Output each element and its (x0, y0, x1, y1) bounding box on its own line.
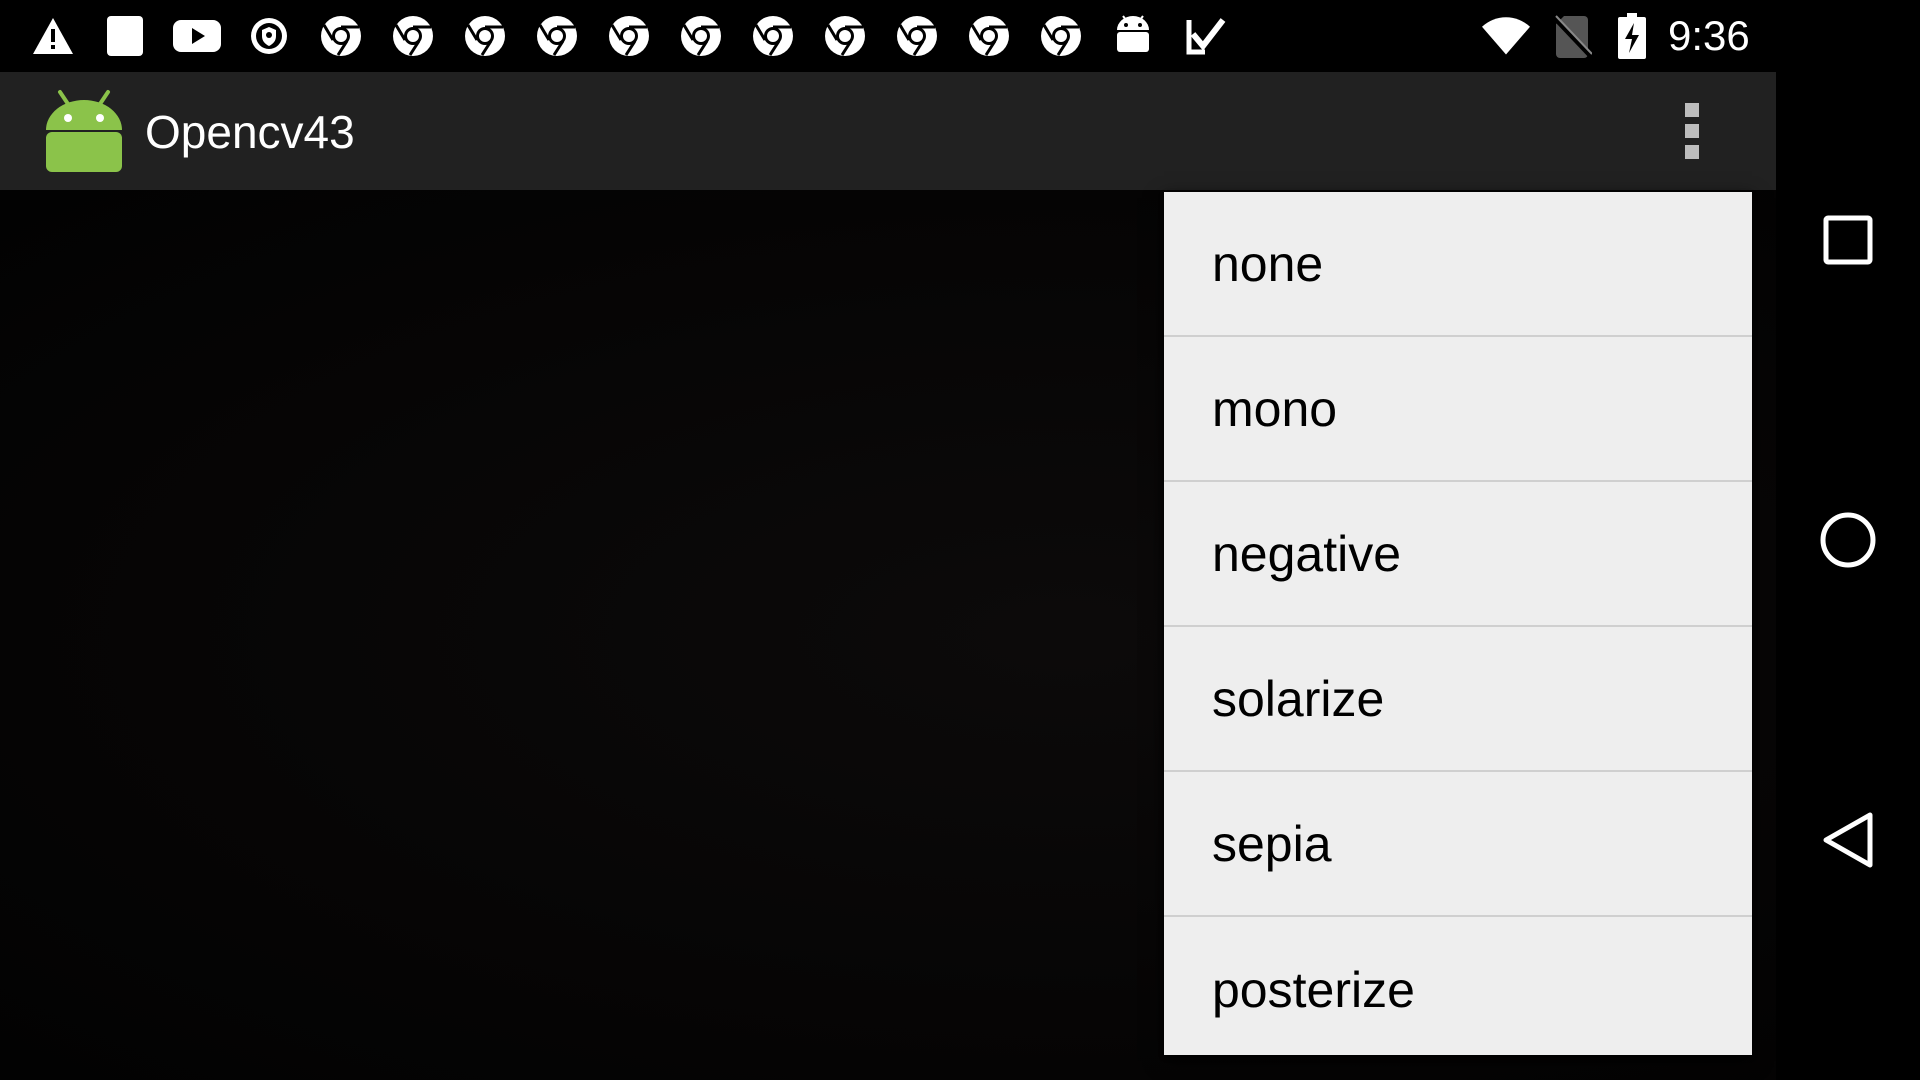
chrome-icon (965, 12, 1013, 60)
menu-item-solarize[interactable]: solarize (1164, 627, 1752, 772)
chrome-icon (1037, 12, 1085, 60)
chrome-icon (533, 12, 581, 60)
chrome-icon (893, 12, 941, 60)
menu-item-sepia[interactable]: sepia (1164, 772, 1752, 917)
chrome-icon (749, 12, 797, 60)
warning-icon (29, 12, 77, 60)
menu-item-posterize[interactable]: posterize (1164, 917, 1752, 1062)
app-title: Opencv43 (145, 106, 355, 158)
navigation-bar (1776, 0, 1920, 1080)
overflow-menu-icon[interactable] (1660, 94, 1724, 168)
device-screen: 9:36 Opencv43 none mono negative solariz… (0, 0, 1920, 1080)
wifi-icon (1482, 12, 1530, 60)
status-clock: 9:36 (1668, 12, 1750, 59)
vpn-shield-icon (245, 12, 293, 60)
recents-icon[interactable] (1812, 204, 1884, 276)
android-robot-icon (1109, 12, 1157, 60)
chrome-icon (461, 12, 509, 60)
task-check-icon (1181, 12, 1229, 60)
android-app-icon[interactable] (42, 88, 126, 172)
chrome-icon (389, 12, 437, 60)
menu-item-mono[interactable]: mono (1164, 337, 1752, 482)
back-icon[interactable] (1812, 804, 1884, 876)
battery-charging-icon (1608, 12, 1656, 60)
effects-popup-menu: none mono negative solarize sepia poster… (1164, 192, 1752, 1055)
home-icon[interactable] (1812, 504, 1884, 576)
chrome-icon (605, 12, 653, 60)
action-bar: Opencv43 (0, 72, 1776, 190)
chrome-icon (317, 12, 365, 60)
status-bar: 9:36 (0, 0, 1776, 72)
youtube-icon (173, 12, 221, 60)
no-sim-icon (1548, 12, 1596, 60)
chrome-icon (821, 12, 869, 60)
sd-card-icon (101, 12, 149, 60)
menu-item-none[interactable]: none (1164, 192, 1752, 337)
chrome-icon (677, 12, 725, 60)
menu-item-negative[interactable]: negative (1164, 482, 1752, 627)
